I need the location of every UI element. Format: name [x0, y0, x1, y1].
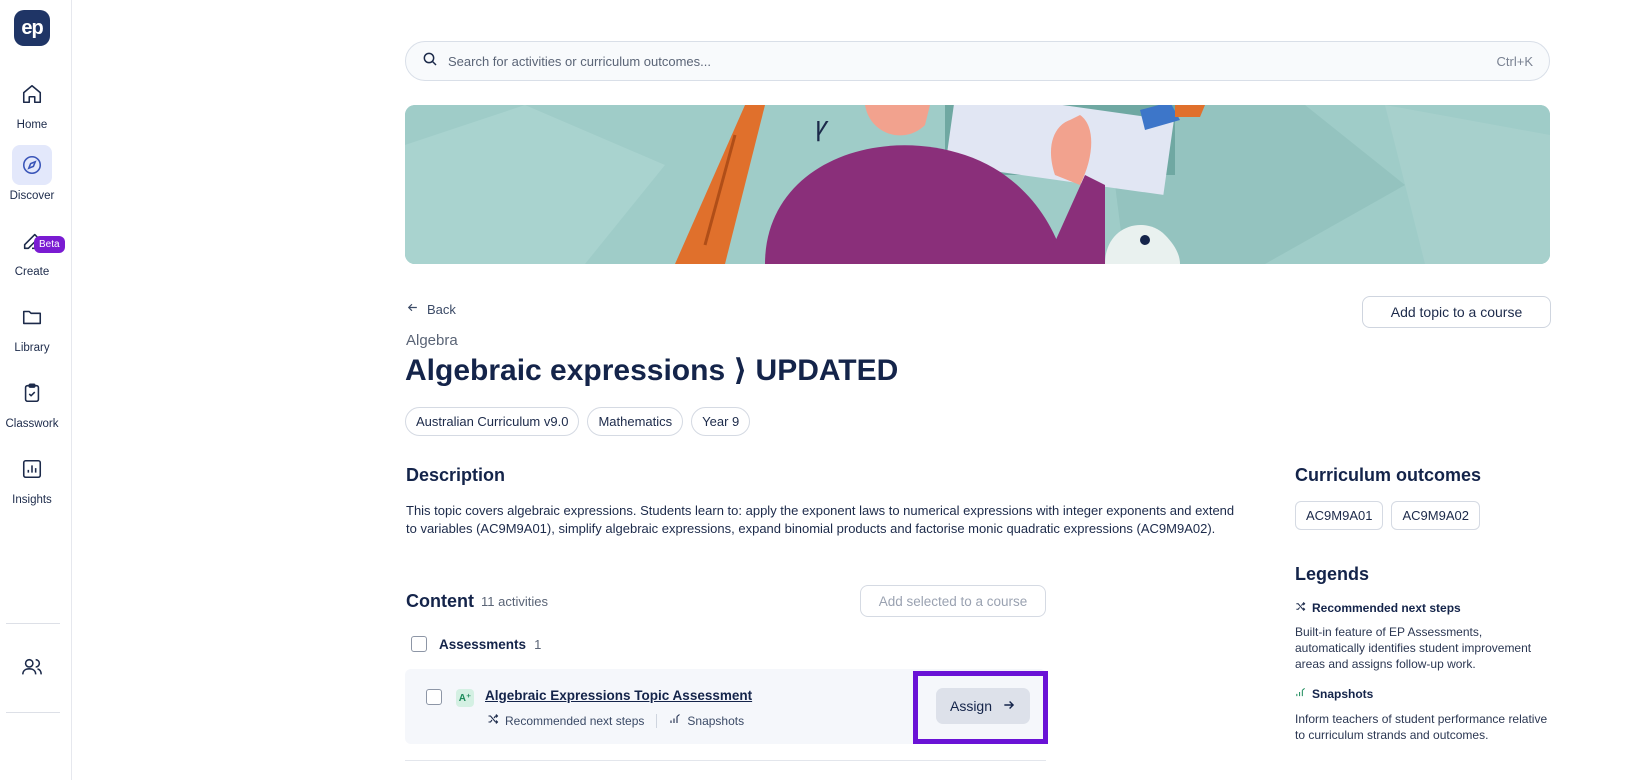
sidebar-item-label: Classwork — [5, 418, 59, 430]
curriculum-outcomes-heading: Curriculum outcomes — [1295, 465, 1482, 485]
meta-separator — [656, 713, 658, 728]
search-icon — [422, 51, 438, 72]
sidebar-item-label: Home — [16, 119, 48, 131]
legend-recommended-next-steps: Recommended next steps — [1295, 601, 1461, 615]
sidebar-divider — [6, 623, 60, 624]
curriculum-outcomes-list: AC9M9A01 AC9M9A02 — [1295, 501, 1480, 530]
snapshot-icon — [669, 713, 681, 728]
beta-badge: Beta — [34, 236, 65, 253]
activity-checkbox[interactable] — [426, 689, 442, 705]
sidebar-divider — [6, 712, 60, 713]
content-divider — [405, 760, 1046, 761]
sidebar-item-classwork[interactable]: Classwork — [0, 373, 64, 430]
outcome-tag[interactable]: AC9M9A01 — [1295, 501, 1384, 530]
assign-button[interactable]: Assign — [936, 688, 1030, 724]
assessment-type-icon: A⁺ — [456, 689, 474, 707]
outcome-tag[interactable]: AC9M9A02 — [1391, 501, 1480, 530]
description-heading: Description — [406, 465, 506, 485]
people-icon — [12, 647, 52, 687]
description-text: This topic covers algebraic expressions.… — [406, 503, 1235, 536]
topic-tags: Australian Curriculum v9.0 Mathematics Y… — [405, 407, 751, 436]
back-label: Back — [427, 301, 456, 317]
svg-text:ꝩ: ꝩ — [815, 112, 829, 142]
shuffle-icon — [1295, 601, 1306, 615]
content-heading: Content — [406, 591, 474, 611]
compass-icon — [12, 145, 52, 185]
legend-description: Inform teachers of student performance r… — [1295, 712, 1548, 742]
recommended-next-steps-label: Recommended next steps — [505, 713, 645, 728]
legend-title: Recommended next steps — [1312, 601, 1461, 615]
folder-icon — [12, 297, 52, 337]
tag-curriculum: Australian Curriculum v9.0 — [405, 407, 580, 436]
legend-title: Snapshots — [1312, 687, 1374, 701]
sidebar-item-library[interactable]: Library — [0, 297, 64, 354]
sidebar-item-label: Library — [14, 342, 50, 354]
sidebar-item-home[interactable]: Home — [0, 74, 64, 131]
shuffle-icon — [487, 713, 499, 728]
arrow-left-icon — [406, 301, 419, 317]
sidebar-item-label: Insights — [12, 494, 52, 506]
legend-snapshots: Snapshots — [1295, 687, 1373, 701]
add-selected-to-course-button[interactable]: Add selected to a course — [860, 585, 1046, 617]
tag-subject: Mathematics — [587, 407, 684, 436]
back-link[interactable]: Back — [406, 301, 456, 317]
sidebar-item-people[interactable] — [0, 647, 64, 687]
assessments-checkbox[interactable] — [411, 636, 427, 652]
assessments-group-header: Assessments 1 — [411, 636, 541, 652]
assessments-count: 1 — [534, 636, 542, 652]
add-topic-to-course-button[interactable]: Add topic to a course — [1362, 296, 1551, 328]
legend-description: Built-in feature of EP Assessments, auto… — [1295, 625, 1532, 671]
chart-icon — [12, 449, 52, 489]
activity-title-link[interactable]: Algebraic Expressions Topic Assessment — [485, 688, 752, 703]
activity-meta: Recommended next steps Snapshots — [487, 713, 744, 728]
topic-subject: Algebra — [406, 332, 458, 349]
assessments-label: Assessments — [439, 636, 527, 652]
topic-banner-image: ꝩ — [405, 105, 1550, 264]
snapshot-icon — [1295, 687, 1306, 701]
home-icon — [12, 74, 52, 114]
sidebar: ep Home Discover Create Beta Library Cla… — [0, 0, 72, 780]
arrow-right-icon — [1002, 698, 1016, 715]
clipboard-icon — [12, 373, 52, 413]
snapshots-label: Snapshots — [687, 713, 745, 728]
sidebar-item-discover[interactable]: Discover — [0, 145, 64, 202]
sidebar-item-insights[interactable]: Insights — [0, 449, 64, 506]
assign-label: Assign — [949, 698, 993, 714]
ep-logo[interactable]: ep — [14, 10, 50, 46]
tag-year: Year 9 — [691, 407, 751, 436]
content-count: 11 activities — [481, 594, 548, 609]
search-input[interactable]: Search for activities or curriculum outc… — [448, 54, 1497, 69]
search-bar[interactable]: Search for activities or curriculum outc… — [405, 41, 1550, 81]
sidebar-item-label: Discover — [9, 190, 55, 202]
search-shortcut: Ctrl+K — [1496, 53, 1533, 69]
sidebar-item-label: Create — [14, 266, 50, 278]
page-title: Algebraic expressions ⟩ UPDATED — [405, 354, 899, 387]
legends-heading: Legends — [1295, 564, 1370, 584]
